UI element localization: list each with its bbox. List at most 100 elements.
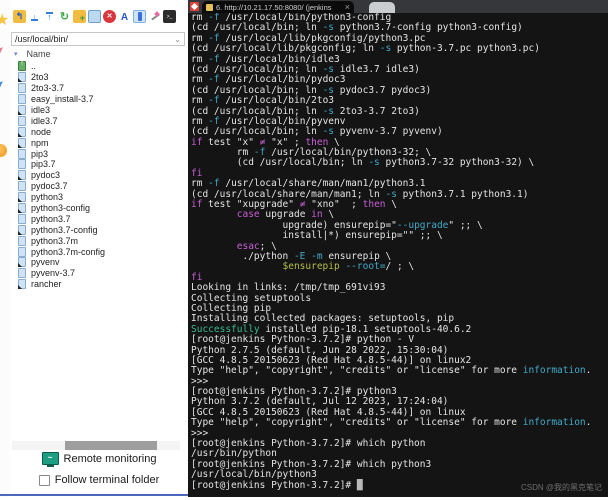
file-name: python3-config [31,203,91,214]
file-row[interactable]: python3.7 [18,213,186,224]
file-icon [18,94,26,105]
file-row[interactable]: python3.7-config [18,224,186,235]
file-list: ..2to32to3-3.7easy_install-3.7idle3idle3… [18,60,186,290]
file-row[interactable]: pyvenv-3.7 [18,268,186,279]
chevron-down-icon[interactable]: ⌄ [174,35,181,44]
file-icon [18,213,26,224]
file-name: python3 [31,192,64,203]
file-name: pyvenv-3.7 [31,268,76,279]
jenkins-url-tab[interactable]: 6. http://10.21.17.50:8080/ (jenkins × [202,1,354,13]
favorites-star-icon[interactable]: ★ [0,10,9,30]
file-icon [18,148,26,159]
monitor-icon [41,452,59,467]
symlink-file-icon [18,279,26,290]
terminal-panel: 6. http://10.21.17.50:8080/ (jenkins × r… [188,0,608,497]
tab-bar: 6. http://10.21.17.50:8080/ (jenkins × [188,0,608,13]
watermark: CSDN @我的黑克笔记 [520,483,602,492]
file-name: idle3.7 [31,115,58,126]
connect-wand-icon[interactable] [148,10,161,23]
file-row[interactable]: node [18,126,186,137]
symlink-file-icon [18,126,26,137]
jenkins-favicon-icon [206,3,213,11]
file-icon [18,181,26,192]
current-path: /usr/local/bin/ [15,34,69,44]
file-icon [18,268,26,279]
scrollbar-thumb[interactable] [65,441,157,450]
file-row[interactable]: 2to3-3.7 [18,83,186,94]
file-name: node [31,126,52,137]
symlink-file-icon [18,224,26,235]
parent-folder-icon [18,60,26,72]
list-header-name[interactable]: ▾ Name [14,49,51,59]
file-name: .. [31,61,37,72]
file-row[interactable]: idle3.7 [18,115,186,126]
sync-location-icon[interactable] [133,10,146,23]
file-row[interactable]: 2to3 [18,72,186,83]
file-name: easy_install-3.7 [31,94,94,105]
file-toolbar [13,10,176,25]
file-name: idle3 [31,105,51,115]
file-name: pip3 [31,148,49,159]
file-row[interactable]: python3.7m [18,235,186,246]
new-file-icon[interactable] [88,10,101,23]
file-row[interactable]: pip3.7 [18,159,186,170]
remote-monitoring-label: Remote monitoring [63,452,157,465]
file-row[interactable]: pip3 [18,148,186,159]
file-row[interactable]: .. [18,60,186,72]
file-row[interactable]: rancher [18,279,186,290]
name-column-label: Name [26,49,51,59]
file-icon [18,159,26,170]
new-folder-icon[interactable] [73,10,86,25]
symlink-file-icon [18,137,26,148]
sort-arrow-icon: ▾ [14,51,18,58]
file-row[interactable]: idle3 [18,105,186,116]
file-panel: /usr/local/bin/ ⌄ ▾ Name ..2to32to3-3.7e… [10,0,188,497]
horizontal-scrollbar[interactable] [12,441,180,450]
file-row[interactable]: pydoc3.7 [18,181,186,192]
symlink-file-icon [18,192,26,203]
ssh-client-window: ★ ➤ ➤ uick connect... /usr/local/bin/ ⌄ … [0,0,608,500]
rename-icon[interactable] [118,10,131,23]
follow-terminal-folder-checkbox[interactable]: Follow terminal folder [10,474,188,486]
close-icon[interactable]: × [345,2,350,12]
file-name: python3.7m [31,235,79,246]
file-name: npm [31,137,49,148]
file-name: python3.7m-config [31,246,106,257]
parent-folder-icon[interactable] [13,10,26,23]
file-name: rancher [31,279,62,290]
file-row[interactable]: pyvenv [18,257,186,268]
file-icon [18,83,26,94]
orange-ball-icon[interactable] [0,144,7,157]
delete-icon[interactable] [103,10,116,23]
file-row[interactable]: pydoc3 [18,170,186,181]
file-name: 2to3-3.7 [31,83,65,94]
remote-monitoring-button[interactable]: Remote monitoring [10,452,188,467]
panel-bottom-divider [0,494,188,496]
checkbox-icon[interactable] [38,474,50,486]
send-blue-icon[interactable]: ➤ [0,74,9,95]
file-icon [18,246,26,257]
download-icon[interactable] [28,10,41,23]
tab-title: 6. http://10.21.17.50:8080/ (jenkins [216,2,332,12]
follow-terminal-folder-label: Follow terminal folder [54,474,160,486]
file-row[interactable]: python3 [18,192,186,203]
partial-favicon-icon[interactable] [190,2,199,11]
file-row[interactable]: python3.7m-config [18,246,186,257]
file-name: pydoc3 [31,170,61,181]
new-tab-stub[interactable] [369,2,395,13]
symlink-file-icon [18,203,26,214]
file-icon [18,235,26,246]
file-name: pydoc3.7 [31,181,68,192]
terminal-icon[interactable] [163,10,176,23]
file-name: 2to3 [31,72,49,83]
terminal-output[interactable]: rm -f /usr/local/bin/python3-config (cd /… [191,13,608,497]
symlink-file-icon [18,105,26,115]
path-bar[interactable]: /usr/local/bin/ ⌄ [11,32,185,46]
refresh-icon[interactable] [58,10,71,23]
upload-icon[interactable] [43,10,56,23]
file-row[interactable]: python3-config [18,203,186,214]
file-row[interactable]: npm [18,137,186,148]
file-name: pyvenv [31,257,60,268]
file-row[interactable]: easy_install-3.7 [18,94,186,105]
send-pink-icon[interactable]: ➤ [0,40,9,61]
